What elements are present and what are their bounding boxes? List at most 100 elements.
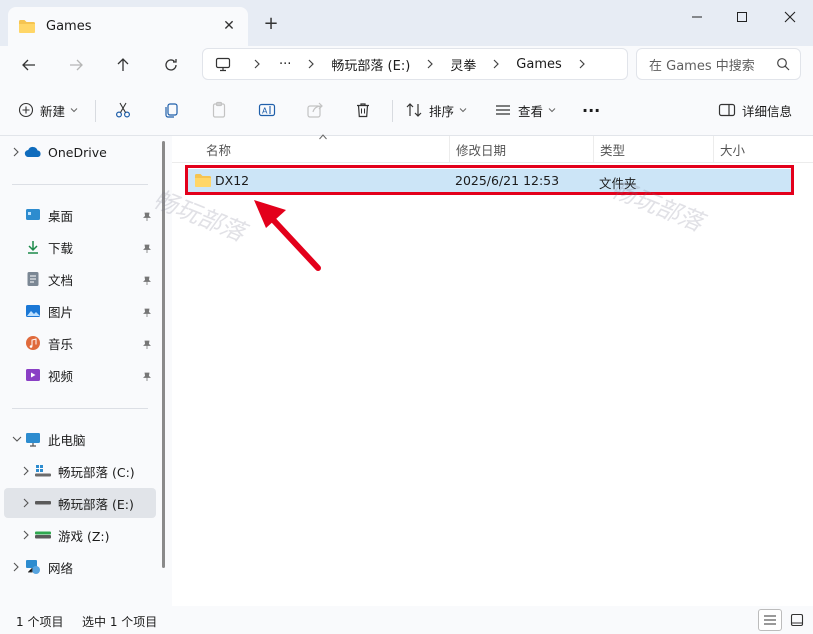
tab-title: Games: [46, 19, 92, 34]
document-icon: [24, 270, 42, 288]
chevron-down-icon: [70, 108, 78, 113]
column-header: 名称 修改日期 类型 大小: [172, 134, 813, 163]
trash-icon: [357, 103, 369, 118]
status-bar: 1 个项目 选中 1 个项目: [0, 606, 813, 634]
refresh-icon: [165, 59, 177, 71]
copy-button[interactable]: [162, 96, 180, 124]
search-placeholder: 在 Games 中搜索: [649, 58, 755, 74]
close-tab-icon[interactable]: ✕: [220, 17, 238, 35]
sidebar-label: 网络: [48, 560, 74, 576]
breadcrumb-current[interactable]: Games: [516, 57, 561, 72]
new-tab-button[interactable]: +: [260, 12, 282, 34]
pin-icon[interactable]: [142, 372, 152, 382]
computer-icon: [24, 430, 42, 448]
sidebar-scrollbar[interactable]: [162, 141, 165, 568]
address-row: ··· 畅玩部落 (E:) 灵拳 Games 在 Games 中搜索: [0, 46, 813, 84]
onedrive-icon: [24, 143, 42, 161]
sidebar-item-drive-z[interactable]: 游戏 (Z:): [20, 520, 160, 550]
up-button[interactable]: [106, 50, 140, 80]
more-options-button[interactable]: ···: [582, 96, 600, 124]
sort-icon: [406, 103, 422, 117]
breadcrumb-drive[interactable]: 畅玩部落 (E:): [331, 55, 410, 74]
sidebar-label: 此电脑: [48, 432, 86, 448]
sidebar-item-documents[interactable]: 文档: [24, 264, 160, 294]
maximize-icon: [737, 12, 747, 22]
folder-icon: [19, 20, 35, 33]
rename-button[interactable]: A: [258, 96, 276, 124]
pin-icon[interactable]: [142, 308, 152, 318]
navigation-pane: OneDrive 桌面 下载 文档 图片 音乐 视频 此电脑 畅玩部落 (C:)…: [0, 136, 172, 606]
details-view-button[interactable]: [758, 609, 782, 631]
sidebar-item-desktop[interactable]: 桌面: [24, 200, 160, 230]
file-list: 名称 修改日期 类型 大小 DX12 2025/6/21 12:53 文件夹 畅…: [149, 134, 813, 606]
pin-icon[interactable]: [142, 340, 152, 350]
clipboard-icon: [212, 101, 226, 118]
arrow-left-icon: [22, 59, 35, 71]
details-pane-button[interactable]: 详细信息: [718, 96, 792, 124]
selection-count: 选中 1 个项目: [82, 615, 158, 629]
search-input[interactable]: 在 Games 中搜索: [636, 48, 801, 80]
tiles-view-button[interactable]: [786, 609, 808, 631]
sidebar-item-this-pc[interactable]: 此电脑: [10, 424, 160, 454]
breadcrumb-folder[interactable]: 灵拳: [450, 55, 476, 74]
back-button[interactable]: [12, 50, 46, 80]
sidebar-item-downloads[interactable]: 下载: [24, 232, 160, 262]
chevron-right-icon: [427, 59, 434, 69]
chevron-down-icon: [459, 108, 467, 113]
copy-icon: [165, 103, 178, 118]
tab-games[interactable]: Games ✕: [8, 7, 248, 46]
download-icon: [24, 238, 42, 256]
sidebar-item-drive-e[interactable]: 畅玩部落 (E:): [4, 488, 156, 518]
sidebar-item-network[interactable]: 网络: [10, 552, 160, 582]
column-type[interactable]: 类型: [593, 136, 713, 163]
maximize-button[interactable]: [722, 4, 762, 30]
sidebar-label: 视频: [48, 368, 74, 384]
sidebar-item-drive-c[interactable]: 畅玩部落 (C:): [20, 456, 160, 486]
network-icon: [24, 558, 42, 576]
chevron-right-icon: [13, 562, 19, 572]
network-drive-icon: [34, 526, 52, 544]
share-icon: [307, 102, 323, 118]
view-button[interactable]: 查看: [494, 96, 556, 124]
address-bar[interactable]: ··· 畅玩部落 (E:) 灵拳 Games: [202, 48, 628, 80]
chevron-down-icon: [548, 108, 556, 113]
sidebar-label: 畅玩部落 (E:): [58, 496, 134, 512]
column-size[interactable]: 大小: [713, 136, 793, 163]
pin-icon[interactable]: [142, 276, 152, 286]
share-button[interactable]: [306, 96, 324, 124]
sidebar-item-pictures[interactable]: 图片: [24, 296, 160, 326]
command-bar: 新建 A 排序 查看 ··· 详细信息: [0, 84, 813, 136]
pictures-icon: [24, 302, 42, 320]
sort-button[interactable]: 排序: [405, 96, 467, 124]
refresh-button[interactable]: [154, 50, 188, 80]
plus-circle-icon: [18, 102, 34, 118]
chevron-down-icon: [12, 436, 22, 442]
delete-button[interactable]: [354, 96, 372, 124]
cut-button[interactable]: [114, 96, 132, 124]
pin-icon[interactable]: [142, 244, 152, 254]
svg-text:A: A: [262, 107, 268, 116]
paste-button[interactable]: [210, 96, 228, 124]
close-icon: [784, 11, 796, 23]
minimize-button[interactable]: [677, 4, 717, 30]
close-window-button[interactable]: [770, 4, 810, 30]
chevron-right-icon: [493, 59, 500, 69]
minimize-icon: [692, 16, 702, 18]
breadcrumb-more[interactable]: ···: [279, 57, 291, 72]
forward-button[interactable]: [59, 50, 93, 80]
sidebar-item-videos[interactable]: 视频: [24, 360, 160, 390]
tiles-view-icon: [790, 613, 804, 627]
new-button[interactable]: 新建: [18, 96, 78, 124]
sidebar-label: OneDrive: [48, 144, 107, 160]
column-modified[interactable]: 修改日期: [449, 136, 593, 163]
title-bar: Games ✕ +: [0, 0, 813, 46]
sidebar-item-music[interactable]: 音乐: [24, 328, 160, 358]
details-view-icon: [764, 615, 776, 625]
pin-icon[interactable]: [142, 212, 152, 222]
chevron-right-icon: [13, 147, 19, 157]
computer-icon: [215, 57, 231, 71]
arrow-right-icon: [70, 59, 83, 71]
chevron-right-icon: [308, 59, 315, 69]
column-name[interactable]: 名称: [200, 136, 449, 163]
sidebar-item-onedrive[interactable]: OneDrive: [10, 137, 160, 167]
